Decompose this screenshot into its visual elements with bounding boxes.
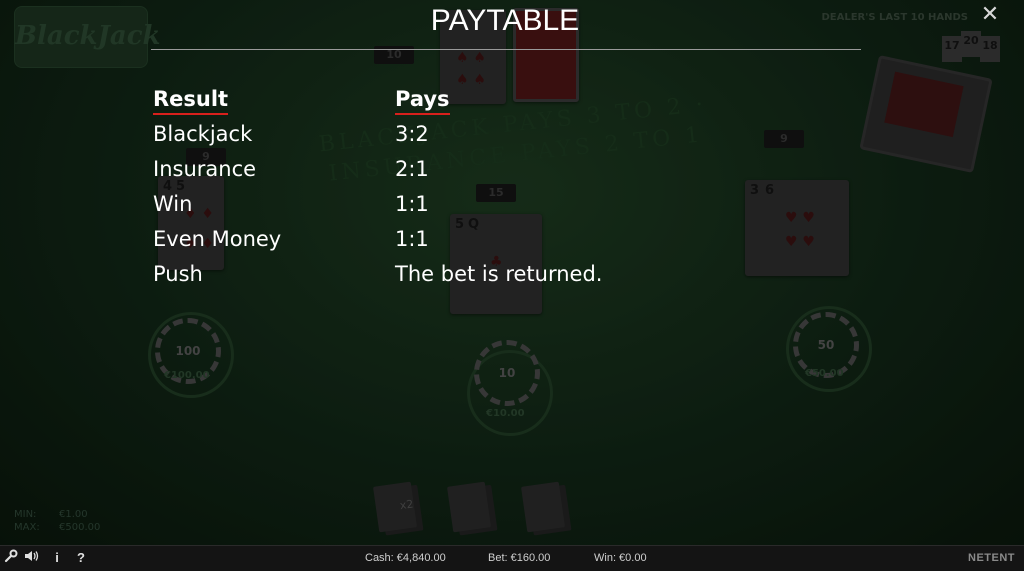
status-bar: i ? Cash: €4,840.00 Bet: €160.00 Win: €0… xyxy=(0,545,1024,571)
netent-logo: NETENT xyxy=(968,552,1015,564)
result-header: Result xyxy=(153,87,229,115)
result-cell: Push xyxy=(153,262,203,286)
help-icon[interactable]: ? xyxy=(72,549,90,567)
close-icon[interactable]: ✕ xyxy=(977,2,1003,28)
info-icon[interactable]: i xyxy=(48,549,66,567)
win-display: Win: €0.00 xyxy=(594,552,647,564)
result-cell: Even Money xyxy=(153,227,282,251)
paytable-overlay: PAYTABLE ✕ Result Pays Blackjack 3:2 Ins… xyxy=(0,0,1024,545)
speaker-icon[interactable] xyxy=(23,549,41,567)
paytable-title: PAYTABLE xyxy=(430,4,580,37)
pays-cell: 2:1 xyxy=(395,157,429,181)
pays-header: Pays xyxy=(395,87,450,115)
cash-display: Cash: €4,840.00 xyxy=(365,552,446,564)
result-cell: Win xyxy=(153,192,193,216)
title-divider xyxy=(151,49,861,50)
wrench-icon[interactable] xyxy=(2,549,20,567)
pays-cell: 1:1 xyxy=(395,192,429,216)
result-cell: Blackjack xyxy=(153,122,253,146)
bet-display: Bet: €160.00 xyxy=(488,552,551,564)
pays-cell: 1:1 xyxy=(395,227,429,251)
pays-cell: 3:2 xyxy=(395,122,429,146)
pays-cell: The bet is returned. xyxy=(395,262,603,286)
result-cell: Insurance xyxy=(153,157,257,181)
